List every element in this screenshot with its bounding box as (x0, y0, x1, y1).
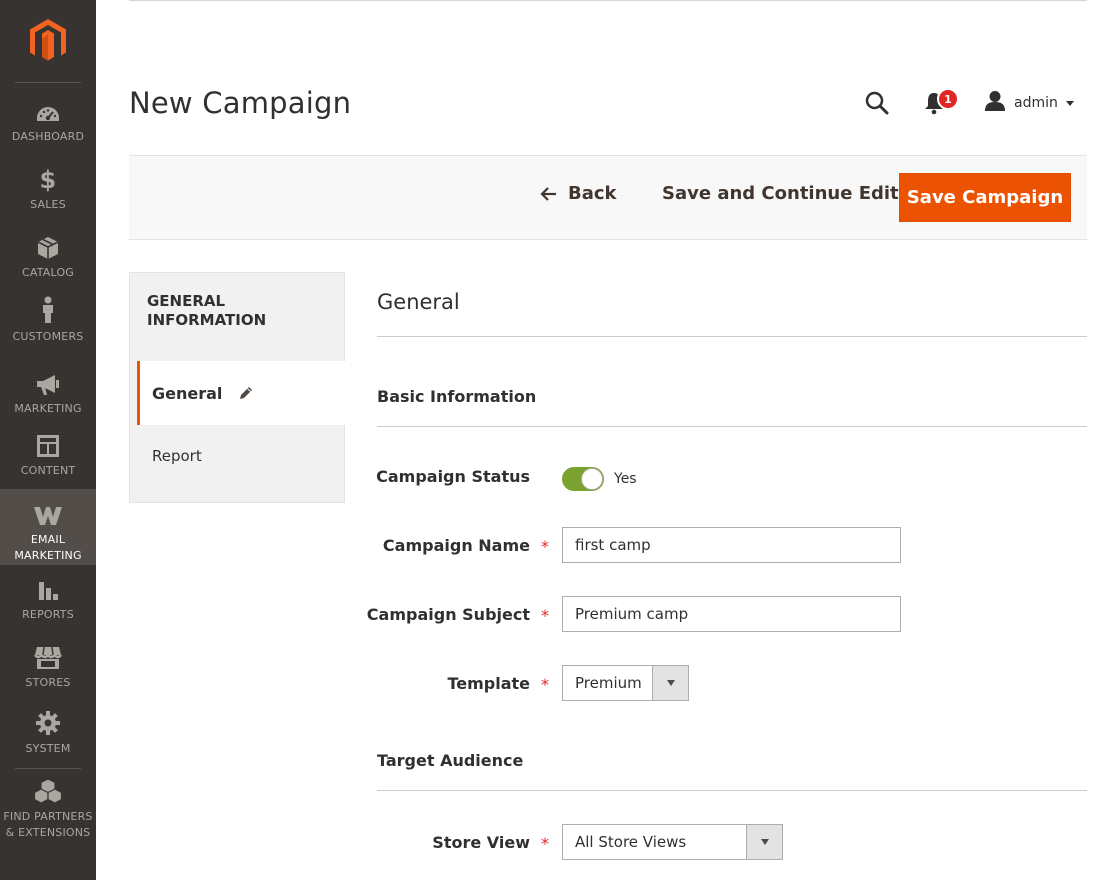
admin-sidebar: DASHBOARD $ SALES CATALOG CUSTOMERS MARK… (0, 0, 96, 880)
back-button[interactable]: Back (540, 183, 617, 204)
sidebar-item-customers[interactable]: CUSTOMERS (0, 296, 96, 345)
section-divider (377, 336, 1087, 337)
pencil-icon (238, 385, 254, 401)
magento-logo-icon (30, 19, 66, 61)
fieldset-divider (377, 790, 1087, 791)
sidebar-item-label: CUSTOMERS (12, 330, 84, 343)
sidebar-item-reports[interactable]: REPORTS (0, 576, 96, 623)
template-selected-value: Premium (575, 674, 642, 692)
required-mark: * (541, 606, 549, 625)
tab-report[interactable]: Report (152, 447, 202, 465)
campaign-subject-label: Campaign Subject (366, 605, 530, 624)
store-view-selected-value: All Store Views (575, 833, 687, 851)
tab-general-label: General (152, 383, 223, 403)
sidebar-item-content[interactable]: CONTENT (0, 432, 96, 479)
template-label: Template (447, 674, 530, 693)
required-mark: * (541, 537, 549, 556)
sidebar-item-marketing[interactable]: MARKETING (0, 370, 96, 417)
user-avatar-icon (984, 90, 1006, 116)
required-mark: * (541, 834, 549, 853)
sidebar-item-email-marketing[interactable]: EMAIL MARKETING (0, 489, 96, 565)
sidebar-item-label: CONTENT (20, 464, 76, 477)
back-button-label: Back (568, 183, 617, 204)
sidebar-item-label: SYSTEM (25, 742, 71, 755)
box-icon (37, 234, 59, 260)
w-logo-icon (33, 501, 63, 527)
target-audience-title: Target Audience (377, 751, 524, 770)
toggle-knob (581, 468, 603, 490)
storefront-icon (34, 644, 62, 670)
dollar-icon: $ (38, 166, 58, 192)
campaign-name-input[interactable] (562, 527, 901, 563)
dropdown-arrow-icon (652, 666, 688, 700)
sidebar-item-label: SALES (30, 198, 66, 211)
save-campaign-button[interactable]: Save Campaign (899, 173, 1071, 222)
sidebar-item-label: EMAIL MARKETING (14, 533, 82, 562)
campaign-status-toggle[interactable] (562, 467, 604, 491)
section-title: General (377, 290, 460, 314)
search-icon[interactable] (864, 90, 890, 120)
fieldset-divider (377, 426, 1087, 427)
magento-logo[interactable] (0, 0, 96, 82)
svg-text:$: $ (40, 166, 57, 192)
sidebar-divider (15, 768, 81, 769)
required-mark: * (541, 675, 549, 694)
save-and-continue-button[interactable]: Save and Continue Edit (662, 183, 899, 204)
gear-icon (35, 710, 61, 736)
person-icon (41, 296, 55, 324)
sidebar-item-label: FIND PARTNERS & EXTENSIONS (3, 810, 93, 839)
sidebar-item-label: REPORTS (22, 608, 74, 621)
bar-chart-icon (37, 576, 59, 602)
admin-user-menu[interactable]: admin (984, 90, 1074, 116)
page-title: New Campaign (129, 86, 352, 120)
tab-general[interactable]: General (137, 361, 345, 425)
sidebar-item-label: DASHBOARD (11, 130, 85, 143)
sidebar-divider (15, 82, 81, 83)
top-divider (129, 0, 1087, 1)
store-view-label: Store View (432, 833, 530, 852)
sidebar-item-label: CATALOG (21, 266, 75, 279)
basic-information-title: Basic Information (377, 387, 537, 406)
campaign-subject-input[interactable] (562, 596, 901, 632)
sidebar-item-find-partners[interactable]: FIND PARTNERS & EXTENSIONS (0, 778, 96, 841)
campaign-name-label: Campaign Name (382, 536, 530, 555)
dropdown-arrow-icon (746, 825, 782, 859)
boxes-icon (34, 778, 62, 804)
sidebar-item-label: MARKETING (14, 402, 82, 415)
sidebar-item-dashboard[interactable]: DASHBOARD (0, 98, 96, 145)
save-campaign-label: Save Campaign (906, 187, 1064, 208)
tabs-heading: GENERAL INFORMATION (147, 292, 267, 329)
megaphone-icon (35, 370, 61, 396)
sidebar-item-sales[interactable]: $ SALES (0, 166, 96, 213)
sidebar-item-label: STORES (25, 676, 71, 689)
campaign-status-value: Yes (614, 471, 637, 487)
template-select[interactable]: Premium (562, 665, 689, 701)
notification-count-badge[interactable]: 1 (937, 88, 959, 110)
sidebar-item-stores[interactable]: STORES (0, 644, 96, 691)
layout-icon (36, 432, 60, 458)
sidebar-item-system[interactable]: SYSTEM (0, 710, 96, 757)
dashboard-icon (35, 98, 61, 124)
campaign-status-label: Campaign Status (376, 467, 530, 486)
sidebar-item-catalog[interactable]: CATALOG (0, 234, 96, 281)
user-name: admin (1014, 95, 1058, 111)
store-view-select[interactable]: All Store Views (562, 824, 783, 860)
chevron-down-icon (1065, 100, 1074, 106)
arrow-left-icon (540, 186, 558, 202)
